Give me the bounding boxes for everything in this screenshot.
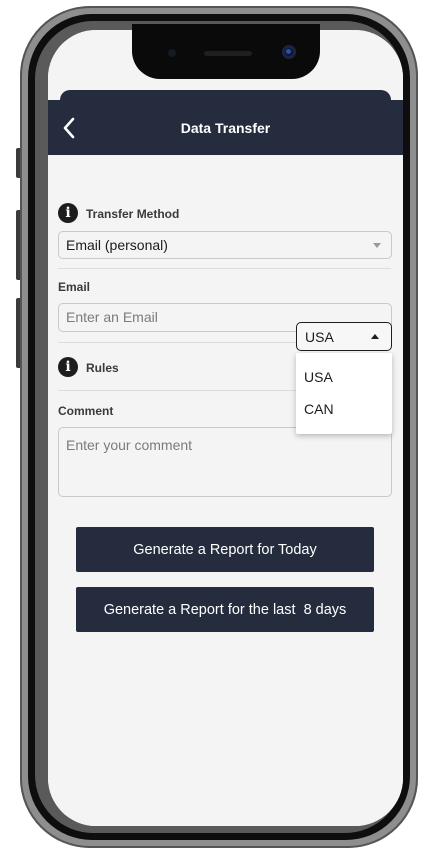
speaker-grille [204, 51, 252, 56]
notch [132, 24, 320, 79]
transfer-method-label: Transfer Method [86, 207, 180, 221]
info-icon[interactable]: i [58, 357, 78, 377]
caret-up-icon [371, 334, 379, 339]
app-header: Data Transfer [48, 100, 403, 155]
comment-textarea[interactable]: Enter your comment [58, 427, 392, 497]
rules-selected-value: USA [305, 329, 334, 345]
page-title: Data Transfer [180, 120, 271, 136]
transfer-method-dropdown[interactable]: Email (personal) [58, 231, 392, 259]
email-label: Email [58, 280, 91, 294]
rules-select[interactable]: USA [296, 322, 392, 351]
sensor [168, 49, 176, 57]
email-placeholder: Enter an Email [66, 309, 158, 325]
rules-dropdown-menu: USA CAN [296, 353, 392, 434]
caret-down-icon [373, 243, 381, 248]
divider [58, 268, 391, 269]
generate-today-button[interactable]: Generate a Report for Today [76, 527, 374, 572]
comment-label: Comment [58, 404, 114, 418]
front-camera [282, 45, 296, 59]
rules-option-usa[interactable]: USA [304, 369, 333, 385]
transfer-method-value: Email (personal) [66, 237, 168, 253]
generate-last-days-button[interactable]: Generate a Report for the last 8 days [76, 587, 374, 632]
comment-placeholder: Enter your comment [66, 437, 193, 453]
form-content: i Transfer Method Email (personal) Email… [48, 155, 403, 826]
screen: Data Transfer i Transfer Method Email (p… [48, 30, 403, 826]
info-icon[interactable]: i [58, 203, 78, 223]
rules-label: Rules [86, 361, 119, 375]
rules-option-can[interactable]: CAN [304, 401, 334, 417]
